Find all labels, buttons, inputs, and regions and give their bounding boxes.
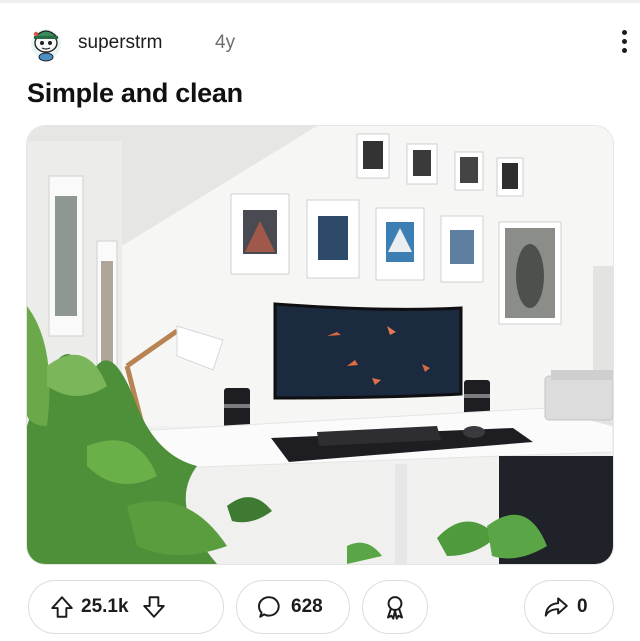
more-vertical-icon[interactable] — [614, 26, 634, 60]
reddit-snoo-avatar-icon[interactable] — [28, 22, 64, 62]
award-icon — [381, 593, 409, 621]
post-header: superstrm 4y — [28, 22, 627, 64]
share-count: 0 — [577, 596, 588, 617]
top-divider — [0, 0, 640, 3]
comments-button[interactable]: 628 — [236, 580, 350, 634]
downvote-arrow-icon[interactable] — [141, 594, 167, 620]
upvote-count: 25.1k — [81, 596, 129, 617]
post-age: 4y — [215, 32, 236, 53]
share-button[interactable]: 0 — [524, 580, 614, 634]
comment-count: 628 — [291, 596, 323, 617]
post-username[interactable]: superstrm — [78, 32, 162, 54]
vote-pill: 25.1k — [28, 580, 224, 634]
award-button[interactable] — [362, 580, 428, 634]
share-arrow-icon — [543, 594, 569, 620]
comment-bubble-icon — [257, 594, 283, 620]
action-bar: 25.1k 628 0 — [28, 580, 614, 636]
upvote-arrow-icon[interactable] — [49, 594, 75, 620]
post-image[interactable] — [27, 126, 613, 564]
post-title[interactable]: Simple and clean — [27, 78, 243, 109]
